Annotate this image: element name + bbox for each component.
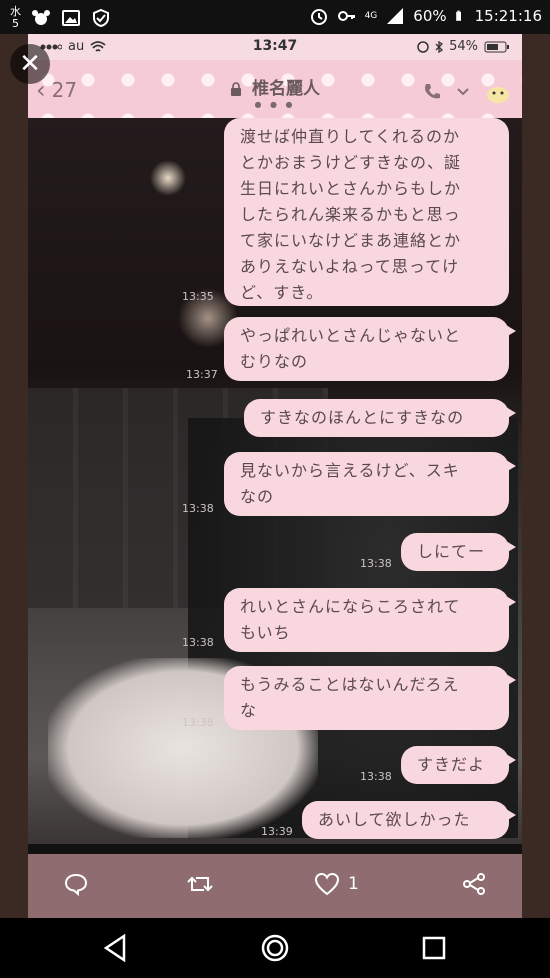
android-nav-bar: [0, 918, 550, 978]
reply-button[interactable]: [64, 872, 88, 896]
inner-status-bar: au 13:47 54%: [28, 34, 522, 60]
chevron-down-icon[interactable]: [456, 87, 470, 97]
battery-percent: 60%: [413, 7, 447, 25]
message-bubble: しにてー: [401, 533, 516, 571]
message-time: 13:38: [360, 557, 392, 570]
signal-icon: [387, 8, 404, 24]
image-viewer: au 13:47 54% ‹ 27 椎名麗人 ● ● ● 渡せば仲直りしてくれる…: [0, 34, 550, 918]
message-time: 13:38: [182, 716, 214, 729]
tweet-action-bar: 1: [28, 854, 522, 918]
message-time: 13:39: [261, 825, 293, 838]
message-time: 13:38: [182, 502, 214, 515]
character-sticker-icon: [487, 87, 509, 103]
home-nav-icon[interactable]: [259, 932, 291, 964]
network-type: 4G: [364, 11, 378, 21]
close-icon: ✕: [19, 49, 41, 79]
message-time: 13:35: [182, 290, 214, 303]
message-bubble: すきだよ: [401, 746, 516, 784]
shield-notification-icon: [93, 8, 109, 28]
message-bubble: やっぱれいとさんじゃないと むりなの: [224, 317, 516, 381]
message-bubble: 渡せば仲直りしてくれるのか とかおまうけどすきなの、誕 生日にれいとさんからもし…: [224, 118, 509, 306]
message-bubble: あいして欲しかった: [302, 801, 516, 839]
outer-status-bar: 水 5 4G 60% 15:21:16: [0, 0, 550, 34]
lock-rotation-icon: [417, 40, 429, 53]
image-notification-icon: [62, 10, 80, 26]
bottom-strip: [28, 844, 522, 854]
bear-notification-icon: [32, 10, 50, 25]
message-time: 13:37: [186, 368, 218, 381]
date-num: 5: [12, 17, 19, 30]
message-bubble: すきなのほんとにすきなの: [244, 399, 516, 437]
share-button[interactable]: [462, 872, 486, 896]
screenshot-image: au 13:47 54% ‹ 27 椎名麗人 ● ● ● 渡せば仲直りしてくれる…: [28, 34, 522, 918]
heart-icon: [314, 872, 340, 896]
inner-battery-icon: [484, 41, 509, 52]
message-time: 13:38: [182, 636, 214, 649]
clock: 15:21:16: [474, 7, 542, 25]
chat-header: ‹ 27 椎名麗人 ● ● ●: [28, 60, 522, 118]
message-bubble: もうみることはないんだろえ な: [224, 666, 516, 730]
back-nav-icon[interactable]: [100, 932, 132, 964]
lock-icon: [231, 82, 242, 96]
date-indicator: 水 5: [10, 6, 21, 30]
like-button[interactable]: 1: [314, 872, 359, 896]
comment-icon: [64, 873, 88, 896]
bluetooth-icon: [435, 40, 444, 53]
key-icon: [337, 11, 355, 21]
recents-nav-icon[interactable]: [418, 932, 450, 964]
close-viewer-button[interactable]: ✕: [10, 44, 50, 84]
share-icon: [463, 873, 485, 895]
contact-name: 椎名麗人: [251, 79, 320, 99]
inner-battery-percent: 54%: [449, 39, 478, 54]
message-time: 13:38: [360, 770, 392, 783]
retweet-button[interactable]: [186, 872, 214, 896]
retweet-icon: [187, 876, 213, 892]
like-count: 1: [348, 874, 359, 894]
message-bubble: 見ないから言えるけど、スキ なの: [224, 452, 516, 516]
viewer-margin-right: [522, 34, 550, 918]
message-bubble: れいとさんにならころされて もいち: [224, 588, 516, 652]
phone-icon[interactable]: [422, 82, 442, 102]
alarm-icon: [310, 9, 327, 25]
battery-icon: [455, 10, 461, 21]
viewer-margin-left: [0, 34, 28, 918]
